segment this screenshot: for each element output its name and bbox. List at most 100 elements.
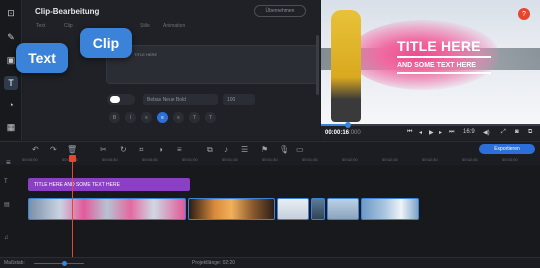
ruler-tick: 00:02:45: [462, 157, 478, 162]
timeline-toolbar: ↶ ↷ 🗑 ✂ ↻ ⌗ ◑ ≡ ⧉ ♪ ☰ ⚑ 🎙 ▭: [0, 141, 540, 157]
video-clip[interactable]: [188, 198, 276, 220]
wand-icon[interactable]: ✎: [4, 30, 18, 44]
timecode-frac: :000: [349, 130, 361, 136]
preview-title-line: [397, 56, 491, 58]
list-icon[interactable]: ☰: [241, 145, 248, 154]
stickers-icon[interactable]: ◔: [4, 98, 18, 112]
skip-forward-icon[interactable]: ⏭: [449, 129, 454, 136]
fullscreen-icon[interactable]: ⤢: [501, 129, 506, 136]
record-icon[interactable]: ▭: [296, 145, 304, 154]
clip-properties-icon[interactable]: ≡: [177, 145, 182, 154]
help-icon[interactable]: ?: [518, 8, 530, 20]
ruler-tick: 00:01:30: [262, 157, 278, 162]
seek-fill: [321, 124, 348, 126]
tab-styles[interactable]: Stile: [140, 23, 150, 29]
ruler-tick: 00:01:15: [222, 157, 238, 162]
preview-smoke: [349, 20, 499, 90]
snapshot-icon[interactable]: ◙: [515, 129, 519, 135]
play-icon[interactable]: ▶: [429, 129, 434, 136]
marker-icon[interactable]: ⚑: [261, 145, 268, 154]
text-track-icon: T: [4, 179, 8, 185]
tooltip-clip: Clip: [80, 28, 132, 58]
video-track: [28, 198, 421, 220]
playhead-handle[interactable]: [69, 155, 76, 162]
preview-title-text: TITLE HERE: [397, 38, 481, 54]
step-forward-icon[interactable]: ▸: [439, 129, 442, 136]
font-size-select[interactable]: 100: [223, 94, 255, 105]
toggle-knob: [110, 96, 120, 103]
aspect-ratio-select[interactable]: 16:9: [463, 129, 475, 135]
redo-icon[interactable]: ↷: [50, 145, 57, 154]
tooltip-text: Text: [16, 43, 68, 73]
ruler-tick: 00:00:30: [102, 157, 118, 162]
font-select[interactable]: Bebas Neue Bold: [143, 94, 218, 105]
tab-text[interactable]: Text: [36, 23, 45, 29]
status-bar: Maßstab: Projektlänge: 02:20: [0, 257, 540, 268]
import-icon[interactable]: ⊡: [4, 6, 18, 20]
detach-icon[interactable]: ⧉: [528, 129, 532, 136]
video-clip[interactable]: [311, 198, 325, 220]
delete-icon[interactable]: 🗑: [67, 145, 77, 154]
scale-slider-handle[interactable]: [62, 261, 67, 266]
crop-icon[interactable]: ⌗: [139, 145, 144, 155]
app-window: ⊡ ✎ ▣ T ◔ ▦ Clip-Bearbeitung Übernehmen …: [0, 0, 540, 268]
skip-back-icon[interactable]: ⏮: [407, 129, 412, 136]
color-toggle[interactable]: [107, 94, 135, 105]
microphone-icon[interactable]: 🎙: [279, 145, 289, 154]
more-tools-icon[interactable]: ▦: [4, 120, 18, 134]
track-settings-icon[interactable]: ≡: [6, 158, 11, 167]
clip-edit-panel: Clip-Bearbeitung Übernehmen Text Clip St…: [23, 0, 320, 140]
align-right-icon[interactable]: ≡: [173, 112, 184, 123]
video-track-icon: ▤: [4, 202, 10, 208]
bold-icon[interactable]: B: [109, 112, 120, 123]
export-button[interactable]: Exportieren: [479, 144, 535, 154]
split-icon[interactable]: ⧉: [207, 145, 213, 155]
text-clip[interactable]: TITLE HERE AND SOME TEXT HERE: [28, 178, 190, 191]
tab-clip[interactable]: Clip: [64, 23, 73, 29]
panel-title: Clip-Bearbeitung: [35, 7, 100, 16]
ruler-tick: 00:01:45: [302, 157, 318, 162]
audio-track-icon: ♫: [4, 235, 9, 241]
text-input[interactable]: TITLE HERE: [106, 45, 318, 84]
apply-button[interactable]: Übernehmen: [254, 5, 306, 17]
align-left-icon[interactable]: ≡: [141, 112, 152, 123]
ruler-tick: 00:00:45: [142, 157, 158, 162]
video-clip[interactable]: [360, 198, 419, 220]
ruler-tick: 00:02:30: [422, 157, 438, 162]
scale-label: Maßstab:: [4, 260, 25, 266]
audio-icon[interactable]: ♪: [224, 145, 228, 154]
ruler-tick: 00:00:00: [22, 157, 38, 162]
outline-icon[interactable]: T: [189, 112, 200, 123]
scale-slider[interactable]: [34, 263, 84, 264]
volume-icon[interactable]: ◀): [483, 129, 490, 136]
titles-icon[interactable]: T: [4, 76, 18, 90]
color-adjust-icon[interactable]: ◑: [158, 145, 163, 154]
panel-scrollbar[interactable]: [316, 35, 319, 95]
align-center-icon[interactable]: ≡: [157, 112, 168, 123]
time-ruler[interactable]: 00:00:00 00:00:15 00:00:30 00:00:45 00:0…: [20, 157, 540, 165]
seek-handle[interactable]: [345, 122, 351, 128]
preview-person: [331, 10, 361, 122]
undo-icon[interactable]: ↶: [32, 145, 39, 154]
video-clip[interactable]: [277, 198, 310, 220]
step-back-icon[interactable]: ◂: [419, 129, 422, 136]
italic-icon[interactable]: I: [125, 112, 136, 123]
preview-subtitle-text: AND SOME TEXT HERE: [397, 62, 476, 69]
preview-subtitle-line: [397, 72, 491, 74]
rotate-icon[interactable]: ↻: [120, 145, 127, 154]
text-input-value: TITLE HERE: [134, 52, 158, 57]
ruler-tick: 00:03:00: [502, 157, 518, 162]
video-clip[interactable]: [28, 198, 187, 220]
shadow-icon[interactable]: T: [205, 112, 216, 123]
player-controls: 00:00:16:000 ⏮ ◂ ▶ ▸ ⏭ 16:9 ◀) ⤢ ◙ ⧉: [321, 122, 540, 140]
timecode-main: 00:00:16: [325, 130, 350, 136]
video-clip[interactable]: [326, 198, 359, 220]
playhead[interactable]: [72, 155, 73, 258]
cut-icon[interactable]: ✂: [100, 145, 107, 154]
ruler-tick: 00:02:00: [342, 157, 358, 162]
seek-bar[interactable]: [321, 122, 540, 128]
ruler-tick: 00:02:15: [382, 157, 398, 162]
tab-animation[interactable]: Animation: [163, 23, 185, 29]
ruler-tick: 00:01:00: [182, 157, 198, 162]
video-preview[interactable]: TITLE HERE AND SOME TEXT HERE ?: [321, 0, 540, 124]
